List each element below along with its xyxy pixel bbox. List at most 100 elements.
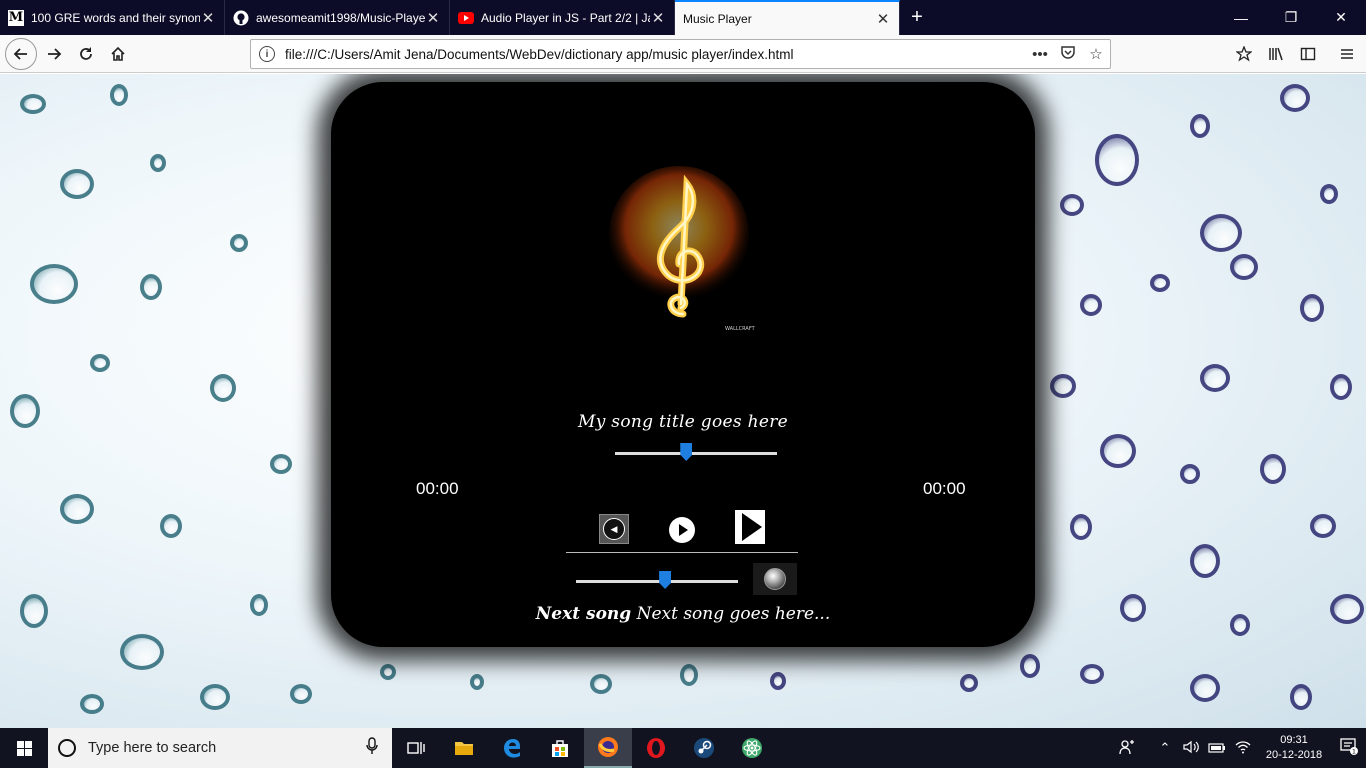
firefox-icon[interactable]	[584, 728, 632, 768]
raindrop	[1190, 544, 1220, 578]
chevron-up-icon[interactable]: ⌃	[1152, 740, 1178, 756]
task-view-icon[interactable]	[392, 728, 440, 768]
edge-icon[interactable]	[488, 728, 536, 768]
raindrop	[1120, 594, 1146, 622]
clock[interactable]: 09:31 20-12-2018	[1256, 733, 1332, 763]
playback-controls: ◀	[599, 510, 767, 548]
taskbar-search[interactable]: Type here to search	[48, 728, 392, 768]
system-tray: ⌃ 09:31 20-12-2018 1	[1114, 728, 1366, 768]
bookmark-star-icon[interactable]: ☆	[1082, 45, 1110, 63]
raindrop	[20, 594, 48, 628]
minimize-icon[interactable]: —	[1216, 0, 1266, 35]
sidebar-icon[interactable]	[1294, 40, 1322, 68]
tab-bar: M 100 GRE words and their synonyms ✕ awe…	[0, 0, 1366, 35]
seek-slider[interactable]	[615, 443, 777, 461]
raindrop	[1330, 594, 1364, 624]
controls-divider	[566, 552, 798, 553]
reload-button[interactable]	[72, 40, 100, 68]
store-icon[interactable]	[536, 728, 584, 768]
volume-button[interactable]	[753, 563, 797, 595]
tab-title: 100 GRE words and their synonyms	[31, 10, 200, 25]
cortana-icon	[58, 739, 76, 757]
raindrop	[80, 694, 104, 714]
raindrop	[200, 684, 230, 710]
battery-icon[interactable]	[1204, 741, 1230, 756]
forward-button[interactable]	[40, 40, 68, 68]
search-placeholder[interactable]: Type here to search	[88, 740, 352, 756]
close-tab-icon[interactable]: ✕	[875, 10, 891, 28]
raindrop	[60, 169, 94, 199]
volume-icon[interactable]	[1178, 740, 1204, 757]
raindrop	[1300, 294, 1324, 322]
raindrop	[1020, 654, 1040, 678]
pocket-icon[interactable]	[1054, 45, 1082, 63]
url-bar[interactable]: i file:///C:/Users/Amit Jena/Documents/W…	[250, 39, 1111, 69]
tab-github[interactable]: awesomeamit1998/Music-Player ✕	[225, 0, 450, 35]
tab-title: Music Player	[683, 11, 752, 26]
site-info-icon[interactable]: i	[259, 46, 275, 62]
raindrop	[1100, 434, 1136, 468]
action-center-button[interactable]: 1	[1332, 737, 1366, 759]
raindrop	[1320, 184, 1338, 204]
raindrop	[110, 84, 128, 106]
new-tab-button[interactable]: +	[900, 0, 934, 35]
volume-slider[interactable]	[576, 571, 738, 589]
medium-icon: M	[8, 9, 24, 26]
microphone-icon[interactable]	[352, 736, 392, 760]
library-icon[interactable]	[1262, 40, 1290, 68]
youtube-icon	[458, 10, 474, 26]
file-explorer-icon[interactable]	[440, 728, 488, 768]
url-text[interactable]: file:///C:/Users/Amit Jena/Documents/Web…	[285, 47, 1026, 62]
play-button[interactable]	[669, 517, 695, 543]
atom-icon[interactable]	[728, 728, 776, 768]
raindrop	[470, 674, 484, 690]
wifi-icon[interactable]	[1230, 740, 1256, 757]
tab-youtube[interactable]: Audio Player in JS - Part 2/2 | JavaScri…	[450, 0, 675, 35]
next-button[interactable]	[735, 510, 765, 544]
raindrop	[380, 664, 396, 680]
volume-slider-thumb[interactable]	[659, 571, 672, 589]
raindrop	[1200, 214, 1242, 252]
raindrop	[1190, 114, 1210, 138]
clock-time: 09:31	[1280, 734, 1308, 746]
raindrop	[140, 274, 162, 300]
bookmarks-toolbar-icon[interactable]	[1230, 40, 1258, 68]
seek-slider-thumb[interactable]	[680, 443, 693, 461]
close-window-icon[interactable]: ✕	[1316, 0, 1366, 35]
raindrop	[1190, 674, 1220, 702]
raindrop	[1260, 454, 1286, 484]
tab-gre-words[interactable]: M 100 GRE words and their synonyms ✕	[0, 0, 225, 35]
raindrop	[90, 354, 110, 372]
page-viewport: WALLCRAFT My song title goes here 00:00 …	[0, 74, 1366, 728]
people-icon[interactable]	[1114, 739, 1140, 758]
close-tab-icon[interactable]: ✕	[425, 9, 441, 27]
start-button[interactable]	[0, 728, 48, 768]
opera-icon[interactable]	[632, 728, 680, 768]
close-tab-icon[interactable]: ✕	[200, 9, 216, 27]
menu-icon[interactable]	[1333, 40, 1361, 68]
raindrop	[1060, 194, 1084, 216]
raindrop	[230, 234, 248, 252]
raindrop	[120, 634, 164, 670]
raindrop	[160, 514, 182, 538]
raindrop	[1095, 134, 1139, 186]
song-title: My song title goes here	[577, 412, 788, 432]
home-button[interactable]	[104, 40, 132, 68]
steam-icon[interactable]	[680, 728, 728, 768]
tab-music-player[interactable]: Music Player ✕	[675, 0, 900, 35]
previous-button[interactable]: ◀	[599, 514, 629, 544]
raindrop	[1200, 364, 1230, 392]
song-duration: 00:00	[923, 479, 966, 498]
back-button[interactable]	[5, 38, 37, 70]
close-tab-icon[interactable]: ✕	[650, 9, 666, 27]
raindrop	[1150, 274, 1170, 292]
restore-icon[interactable]: ❐	[1266, 0, 1316, 35]
raindrop	[20, 94, 46, 114]
next-song-info: Next song Next song goes here...	[331, 604, 1035, 624]
raindrop	[680, 664, 698, 686]
raindrop	[290, 684, 312, 704]
window-controls: — ❐ ✕	[1216, 0, 1366, 35]
page-actions-icon[interactable]: •••	[1026, 46, 1054, 63]
clock-date: 20-12-2018	[1265, 749, 1323, 761]
raindrop	[960, 674, 978, 692]
